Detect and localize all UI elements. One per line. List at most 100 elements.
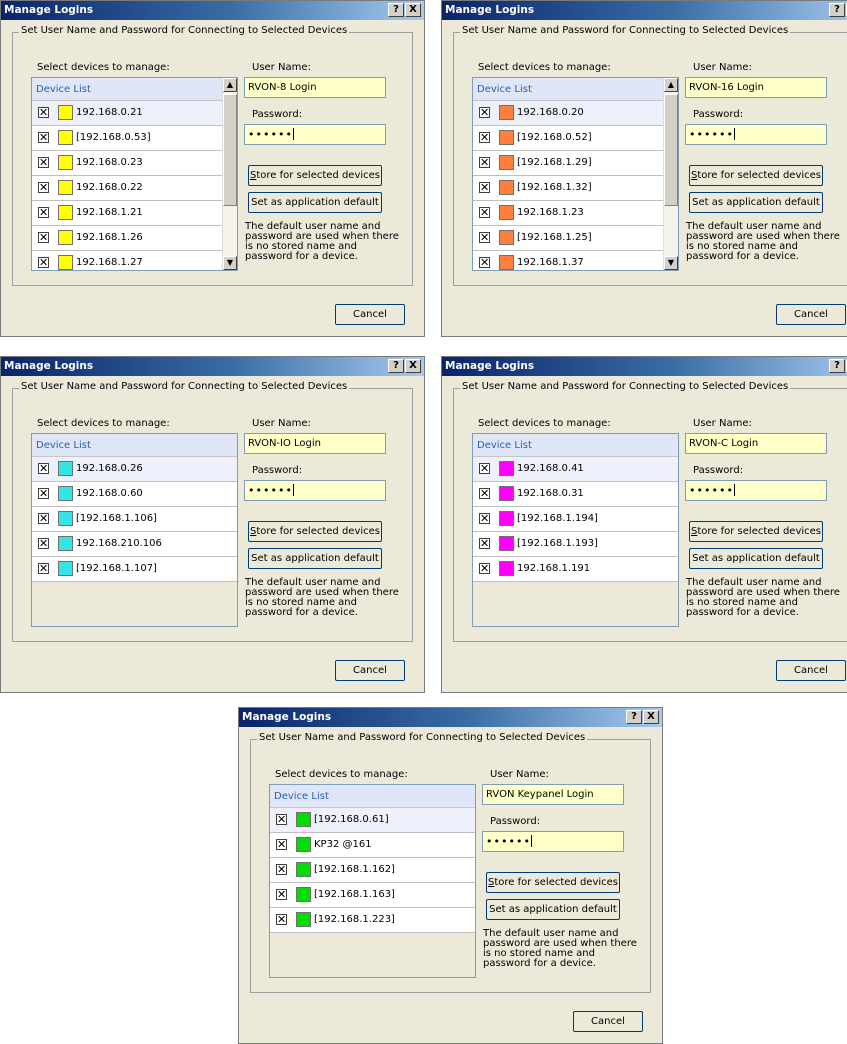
list-item[interactable]: ✕ [192.168.1.32] xyxy=(473,176,663,201)
user-name-input[interactable]: RVON-C Login xyxy=(685,433,827,454)
list-item[interactable]: ✕ 192.168.0.26 xyxy=(32,457,237,482)
store-selected-button[interactable]: Store for selected devices xyxy=(689,521,823,542)
list-item[interactable]: ✕ [192.168.1.223] xyxy=(270,908,475,933)
user-name-input[interactable]: RVON-16 Login xyxy=(685,77,827,98)
list-item[interactable]: ✕ 192.168.0.41 xyxy=(473,457,678,482)
list-item[interactable]: ✕ [192.168.1.163] xyxy=(270,883,475,908)
help-button[interactable]: ? xyxy=(829,359,845,373)
device-checkbox[interactable]: ✕ xyxy=(479,207,490,218)
device-checkbox[interactable]: ✕ xyxy=(479,463,490,474)
list-item[interactable]: ✕ 192.168.0.31 xyxy=(473,482,678,507)
list-item[interactable]: ✕ [192.168.1.29] xyxy=(473,151,663,176)
password-input[interactable]: •••••• xyxy=(244,124,386,145)
device-checkbox[interactable]: ✕ xyxy=(38,207,49,218)
list-item[interactable]: ✕ [192.168.1.193] xyxy=(473,532,678,557)
close-button[interactable]: X xyxy=(405,359,421,373)
device-checkbox[interactable]: ✕ xyxy=(276,914,287,925)
password-input[interactable]: •••••• xyxy=(685,124,827,145)
device-list-scrollbar[interactable]: ▲ ▼ xyxy=(663,78,678,270)
scroll-thumb[interactable] xyxy=(223,94,237,206)
list-item[interactable]: ✕ 192.168.0.23 xyxy=(32,151,222,176)
cancel-button[interactable]: Cancel xyxy=(776,304,846,325)
device-checkbox[interactable]: ✕ xyxy=(38,488,49,499)
cancel-button[interactable]: Cancel xyxy=(573,1011,643,1032)
help-button[interactable]: ? xyxy=(388,3,404,17)
device-checkbox[interactable]: ✕ xyxy=(479,563,490,574)
device-checkbox[interactable]: ✕ xyxy=(479,538,490,549)
cancel-button[interactable]: Cancel xyxy=(776,660,846,681)
device-list[interactable]: Device List ✕ [192.168.0.61] ✕ KP32 @161 ✕ [1… xyxy=(269,784,476,978)
list-item[interactable]: ✕ [192.168.1.107] xyxy=(32,557,237,582)
device-checkbox[interactable]: ✕ xyxy=(38,463,49,474)
device-checkbox[interactable]: ✕ xyxy=(38,232,49,243)
device-checkbox[interactable]: ✕ xyxy=(276,864,287,875)
store-selected-button[interactable]: Store for selected devices xyxy=(486,872,620,893)
list-item[interactable]: ✕ 192.168.0.22 xyxy=(32,176,222,201)
list-item[interactable]: ✕ [192.168.0.61] xyxy=(270,808,475,833)
device-checkbox[interactable]: ✕ xyxy=(479,157,490,168)
device-checkbox[interactable]: ✕ xyxy=(38,107,49,118)
device-checkbox[interactable]: ✕ xyxy=(276,839,287,850)
list-item[interactable]: ✕ [192.168.0.52] xyxy=(473,126,663,151)
list-item[interactable]: ✕ 192.168.1.37 xyxy=(473,251,663,270)
help-button[interactable]: ? xyxy=(626,710,642,724)
list-item[interactable]: ✕ 192.168.0.20 xyxy=(473,101,663,126)
store-selected-button[interactable]: Store for selected devices xyxy=(248,165,382,186)
device-checkbox[interactable]: ✕ xyxy=(38,513,49,524)
list-item[interactable]: ✕ 192.168.1.27 xyxy=(32,251,222,270)
password-input[interactable]: •••••• xyxy=(482,831,624,852)
list-item[interactable]: ✕ 192.168.0.21 xyxy=(32,101,222,126)
list-item[interactable]: ✕ 192.168.1.21 xyxy=(32,201,222,226)
user-name-input[interactable]: RVON Keypanel Login xyxy=(482,784,624,805)
list-item[interactable]: ✕ 192.168.210.106 xyxy=(32,532,237,557)
close-button[interactable]: X xyxy=(643,710,659,724)
password-input[interactable]: •••••• xyxy=(685,480,827,501)
device-checkbox[interactable]: ✕ xyxy=(479,513,490,524)
device-checkbox[interactable]: ✕ xyxy=(38,182,49,193)
device-list[interactable]: Device List ✕ 192.168.0.41 ✕ 192.168.0.31 ✕ [… xyxy=(472,433,679,627)
device-checkbox[interactable]: ✕ xyxy=(38,157,49,168)
device-list[interactable]: Device List ✕ 192.168.0.26 ✕ 192.168.0.60 ✕ [… xyxy=(31,433,238,627)
set-default-button[interactable]: Set as application default xyxy=(486,899,620,920)
set-default-button[interactable]: Set as application default xyxy=(689,548,823,569)
list-item[interactable]: ✕ [192.168.1.106] xyxy=(32,507,237,532)
list-item[interactable]: ✕ 192.168.1.23 xyxy=(473,201,663,226)
device-list[interactable]: Device List ✕ 192.168.0.21 ✕ [192.168.0.53]… xyxy=(31,77,238,271)
help-button[interactable]: ? xyxy=(388,359,404,373)
scroll-down-icon[interactable]: ▼ xyxy=(664,256,678,270)
device-checkbox[interactable]: ✕ xyxy=(479,182,490,193)
password-input[interactable]: •••••• xyxy=(244,480,386,501)
set-default-button[interactable]: Set as application default xyxy=(689,192,823,213)
device-checkbox[interactable]: ✕ xyxy=(276,889,287,900)
list-item[interactable]: ✕ [192.168.1.162] xyxy=(270,858,475,883)
store-selected-button[interactable]: Store for selected devices xyxy=(248,521,382,542)
list-item[interactable]: ✕ KP32 @161 xyxy=(270,833,475,858)
device-checkbox[interactable]: ✕ xyxy=(479,488,490,499)
device-checkbox[interactable]: ✕ xyxy=(38,257,49,268)
list-item[interactable]: ✕ [192.168.1.194] xyxy=(473,507,678,532)
scroll-down-icon[interactable]: ▼ xyxy=(223,256,237,270)
device-checkbox[interactable]: ✕ xyxy=(479,257,490,268)
help-button[interactable]: ? xyxy=(829,3,845,17)
list-item[interactable]: ✕ 192.168.1.191 xyxy=(473,557,678,582)
device-checkbox[interactable]: ✕ xyxy=(479,232,490,243)
device-checkbox[interactable]: ✕ xyxy=(38,538,49,549)
scroll-up-icon[interactable]: ▲ xyxy=(223,78,237,92)
set-default-button[interactable]: Set as application default xyxy=(248,548,382,569)
device-list-scrollbar[interactable]: ▲ ▼ xyxy=(222,78,237,270)
device-checkbox[interactable]: ✕ xyxy=(276,814,287,825)
device-checkbox[interactable]: ✕ xyxy=(479,107,490,118)
store-selected-button[interactable]: Store for selected devices xyxy=(689,165,823,186)
list-item[interactable]: ✕ [192.168.1.25] xyxy=(473,226,663,251)
device-checkbox[interactable]: ✕ xyxy=(38,132,49,143)
cancel-button[interactable]: Cancel xyxy=(335,660,405,681)
device-checkbox[interactable]: ✕ xyxy=(38,563,49,574)
list-item[interactable]: ✕ [192.168.0.53] xyxy=(32,126,222,151)
list-item[interactable]: ✕ 192.168.1.26 xyxy=(32,226,222,251)
set-default-button[interactable]: Set as application default xyxy=(248,192,382,213)
cancel-button[interactable]: Cancel xyxy=(335,304,405,325)
user-name-input[interactable]: RVON-8 Login xyxy=(244,77,386,98)
close-button[interactable]: X xyxy=(405,3,421,17)
scroll-thumb[interactable] xyxy=(664,94,678,206)
list-item[interactable]: ✕ 192.168.0.60 xyxy=(32,482,237,507)
